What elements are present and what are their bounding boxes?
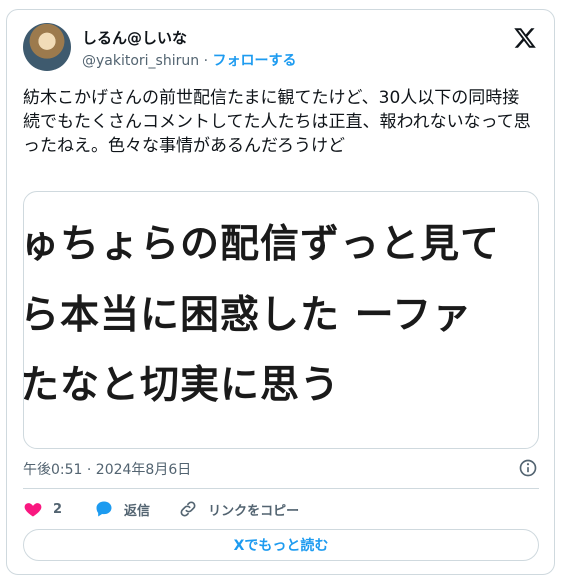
follow-link[interactable]: フォローする xyxy=(212,53,296,69)
heart-icon xyxy=(24,503,42,517)
copy-link-label: リンクをコピー xyxy=(208,503,300,519)
tweet-timestamp[interactable]: 午後0:51 · 2024年8月6日 xyxy=(23,459,191,479)
separator-dot: · xyxy=(203,53,209,69)
link-icon xyxy=(180,501,196,517)
divider xyxy=(23,488,539,489)
reply-button[interactable]: 返信 xyxy=(94,499,150,519)
tweet-media-image[interactable]: ゅちょらの配信ずっと見て ら本当に困惑した ーファ たなと切実に思う xyxy=(23,191,539,449)
author-handle-row: @yakitori_shirun · フォローする xyxy=(82,50,296,70)
tweet-text: 紡木こかげさんの前世配信たまに観てたけど、30人以下の同時接続でもたくさんコメン… xyxy=(23,88,531,156)
media-text-line-2: ら本当に困惑した ーファ xyxy=(23,293,473,338)
media-text-line-1: ゅちょらの配信ずっと見て xyxy=(23,222,501,267)
reply-bubble-icon xyxy=(96,501,112,517)
info-icon[interactable] xyxy=(518,458,538,478)
x-logo-icon[interactable] xyxy=(513,26,537,50)
copy-link-button[interactable]: リンクをコピー xyxy=(178,499,299,519)
author-display-name[interactable]: しるん@しいな xyxy=(82,27,187,48)
avatar[interactable] xyxy=(23,23,71,71)
reply-label: 返信 xyxy=(124,503,151,519)
action-bar: 2 返信 リンクをコピー xyxy=(23,497,299,521)
media-text-line-3: たなと切実に思う xyxy=(23,363,341,408)
like-button[interactable]: 2 xyxy=(23,499,62,519)
author-handle[interactable]: @yakitori_shirun xyxy=(82,53,199,69)
like-count: 2 xyxy=(53,501,63,517)
read-more-on-x-button[interactable]: Xでもっと読む xyxy=(23,529,539,561)
